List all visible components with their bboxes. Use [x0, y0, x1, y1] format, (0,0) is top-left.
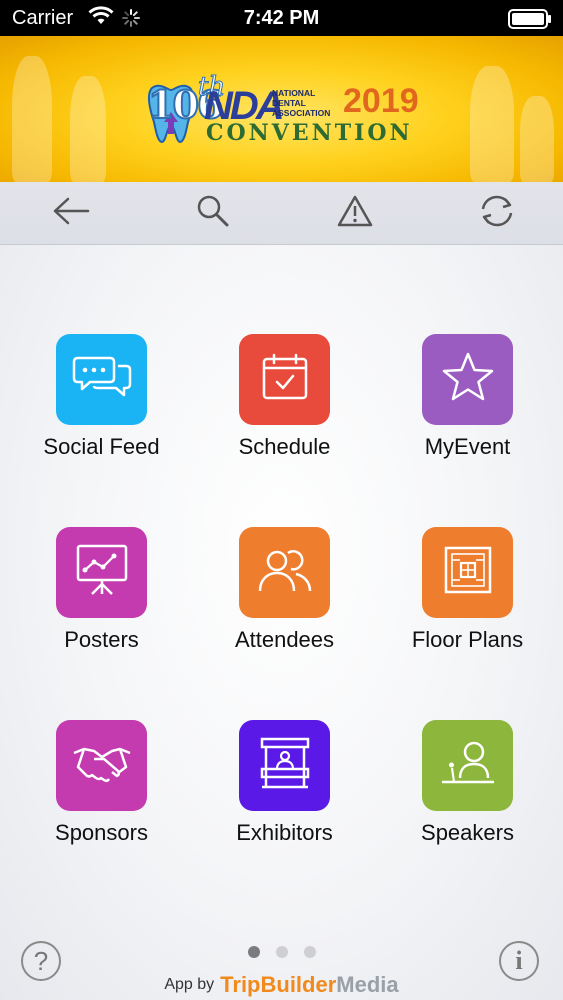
tile-label: Exhibitors [236, 820, 333, 845]
feature-grid: Social Feed Schedule MyEvent Posters Att… [0, 245, 563, 1000]
floor-plan-icon [443, 545, 493, 600]
event-title: CONVENTION [206, 120, 413, 146]
handshake-icon [72, 741, 132, 790]
booth-icon [258, 735, 312, 796]
page-dot-3[interactable] [304, 946, 316, 958]
warning-icon [337, 194, 373, 233]
page-dot-2[interactable] [276, 946, 288, 958]
tile-label: Sponsors [55, 820, 148, 845]
tile-label: Social Feed [43, 434, 160, 459]
tile-sponsors[interactable]: Sponsors [10, 720, 193, 870]
tile-floor-plans[interactable]: Floor Plans [376, 527, 559, 677]
toolbar [0, 182, 563, 245]
tile-speakers[interactable]: Speakers [376, 720, 559, 870]
back-button[interactable] [51, 195, 91, 231]
tile-icon-box [422, 334, 513, 425]
tile-social-feed[interactable]: Social Feed [10, 334, 193, 484]
star-icon [441, 351, 495, 408]
tile-label: Attendees [234, 627, 335, 652]
event-banner: 106 th NDA NATIONAL DENTAL ASSOCIATION 2… [0, 36, 563, 182]
credit-prefix: App by [164, 976, 215, 993]
app-credit: App by TripBuilderMedia [0, 972, 563, 998]
arrow-left-icon [52, 196, 90, 231]
page-dot-1[interactable] [248, 946, 260, 958]
refresh-button[interactable] [477, 195, 517, 231]
tile-exhibitors[interactable]: Exhibitors [193, 720, 376, 870]
banner-figure [12, 56, 52, 182]
banner-figure [520, 96, 554, 182]
tile-icon-box [56, 334, 147, 425]
tile-icon-box [239, 527, 330, 618]
tile-icon-box [239, 720, 330, 811]
people-icon [256, 545, 314, 600]
page-indicator [246, 946, 326, 960]
tile-myevent[interactable]: MyEvent [376, 334, 559, 484]
banner-figure [70, 76, 106, 182]
credit-brand-primary: TripBuilder [220, 972, 337, 997]
tile-attendees[interactable]: Attendees [193, 527, 376, 677]
search-button[interactable] [193, 195, 233, 231]
battery-icon [508, 9, 551, 29]
status-bar: Carrier 7:42 PM [0, 0, 563, 36]
tile-schedule[interactable]: Schedule [193, 334, 376, 484]
tile-posters[interactable]: Posters [10, 527, 193, 677]
search-icon [196, 194, 230, 233]
credit-brand-secondary: Media [336, 972, 399, 997]
tile-label: MyEvent [424, 434, 511, 459]
org-name: NATIONAL DENTAL ASSOCIATION [272, 88, 331, 118]
clock: 7:42 PM [243, 7, 320, 29]
tile-label: Speakers [421, 820, 514, 845]
alerts-button[interactable] [335, 195, 375, 231]
tile-icon-box [56, 720, 147, 811]
calendar-check-icon [260, 352, 310, 407]
banner-figure [470, 66, 514, 182]
presentation-board-icon [74, 542, 130, 603]
tile-label: Floor Plans [411, 627, 524, 652]
speaker-podium-icon [440, 738, 496, 793]
tile-icon-box [56, 527, 147, 618]
tile-label: Posters [64, 627, 139, 652]
tile-label: Schedule [238, 434, 331, 459]
chat-bubbles-icon [72, 352, 132, 407]
tile-icon-box [239, 334, 330, 425]
refresh-icon [477, 193, 517, 234]
event-year: 2019 [343, 82, 419, 120]
tile-icon-box [422, 527, 513, 618]
tile-icon-box [422, 720, 513, 811]
